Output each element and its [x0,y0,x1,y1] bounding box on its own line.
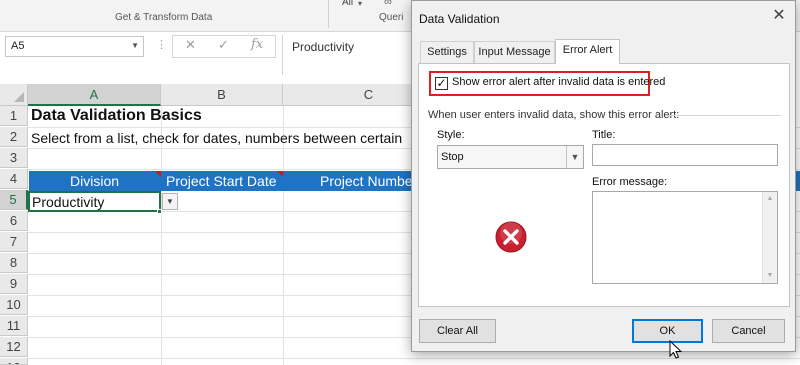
ok-button[interactable]: OK [632,319,703,343]
row-header-11[interactable]: 11 [0,316,28,336]
ribbon-group-queries-label: Queri [379,12,404,23]
style-select-value: Stop [441,151,464,163]
link-icon[interactable]: ∞ [384,0,392,8]
cell-a1[interactable]: Data Validation Basics [31,107,202,125]
show-error-alert-checkbox[interactable]: ✓ [435,77,448,90]
gridline [28,358,800,359]
row-header-5[interactable]: 5 [0,190,28,210]
tab-error-alert[interactable]: Error Alert [555,39,620,64]
comment-indicator-icon [277,171,283,177]
row-header-8[interactable]: 8 [0,253,28,273]
scroll-up-icon[interactable]: ▲ [763,192,777,206]
error-alert-panel: ✓ Show error alert after invalid data is… [418,63,790,307]
section-label: When user enters invalid data, show this… [428,109,680,121]
row-header-12[interactable]: 12 [0,337,28,357]
cell-b4[interactable]: Project Start Date [166,173,277,189]
ribbon-separator [328,0,329,28]
dialog-title: Data Validation [419,12,500,26]
title-label: Title: [592,129,616,141]
row-header-10[interactable]: 10 [0,295,28,315]
comment-indicator-icon [155,171,161,177]
style-label: Style: [437,129,465,141]
cell-a2[interactable]: Select from a list, check for dates, num… [31,130,402,146]
cancel-button[interactable]: Cancel [712,319,785,343]
chevron-down-icon[interactable]: ▼ [566,146,583,168]
row-header-13[interactable]: 13 [0,358,28,365]
validation-dropdown-button[interactable]: ▼ [162,193,178,210]
clear-all-button[interactable]: Clear All [419,319,496,343]
chevron-down-icon[interactable]: ▼ [131,41,139,50]
row-header-6[interactable]: 6 [0,211,28,231]
formula-input[interactable]: Productivity [282,35,422,75]
more-options-icon[interactable]: ⋮ [156,38,167,51]
row-header-4[interactable]: 4 [0,169,28,189]
show-error-alert-label[interactable]: Show error alert after invalid data is e… [452,76,665,88]
cancel-entry-icon[interactable]: ✕ [185,37,196,53]
row-header-9[interactable]: 9 [0,274,28,294]
ribbon-all-dropdown[interactable]: All [342,0,353,8]
formula-buttons: ✕ ✓ fx [172,35,276,58]
cell-a4[interactable]: Division [70,173,119,189]
column-header-b[interactable]: B [161,84,283,106]
row-header-7[interactable]: 7 [0,232,28,252]
name-box[interactable]: A5 ▼ [5,36,144,57]
section-divider [669,115,781,116]
confirm-entry-icon[interactable]: ✓ [218,37,229,53]
scroll-down-icon[interactable]: ▼ [763,269,777,283]
close-icon[interactable]: ✕ [767,5,791,27]
mouse-pointer-icon [669,340,683,359]
error-message-label: Error message: [592,176,668,188]
select-all-icon [14,92,24,102]
stop-error-icon [495,221,527,253]
row-header-1[interactable]: 1 [0,106,28,126]
data-validation-dialog: Data Validation ✕ Settings Input Message… [411,0,796,352]
tab-settings[interactable]: Settings [420,41,474,63]
style-select[interactable]: Stop ▼ [437,145,584,169]
column-header-a[interactable]: A [28,84,161,106]
insert-function-icon[interactable]: fx [251,37,263,52]
cell-a5[interactable]: Productivity [28,191,161,212]
tab-input-message[interactable]: Input Message [474,41,555,63]
error-message-textarea[interactable]: ▲ ▼ [592,191,778,284]
row-header-2[interactable]: 2 [0,127,28,147]
cell-c4[interactable]: Project Numbe [320,173,413,189]
select-all-corner[interactable] [0,84,28,106]
ribbon-group-get-transform-label: Get & Transform Data [115,12,213,23]
title-input[interactable] [592,144,778,166]
name-box-value: A5 [11,40,25,52]
chevron-down-icon: ▾ [358,0,363,8]
message-scrollbar[interactable]: ▲ ▼ [762,192,777,283]
row-header-3[interactable]: 3 [0,148,28,168]
